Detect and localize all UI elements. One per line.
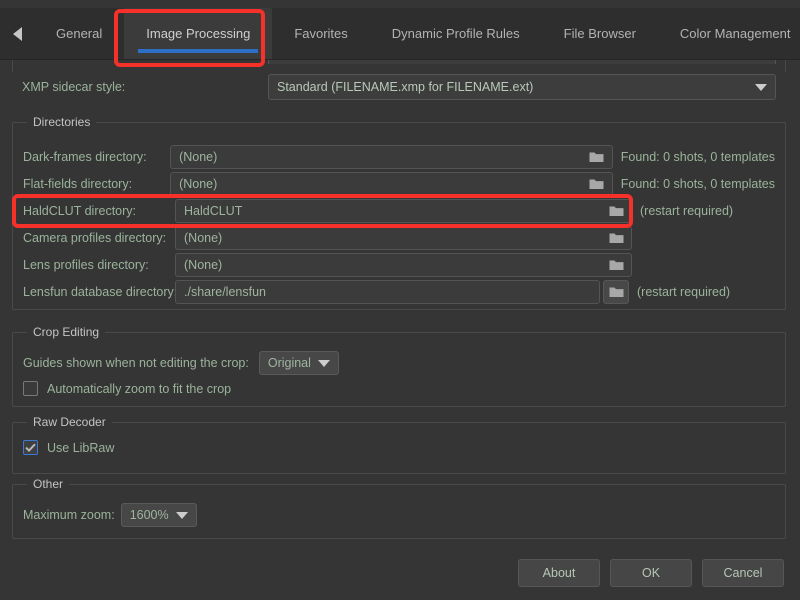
preferences-content: XMP sidecar style: Standard (FILENAME.xm… [0,60,800,546]
camera-profiles-directory-label: Camera profiles directory: [23,231,167,245]
lens-profiles-directory-label: Lens profiles directory: [23,258,149,272]
lens-profiles-directory-entry[interactable]: (None) [175,253,632,277]
lensfun-database-directory-hint: (restart required) [637,285,731,299]
maximum-zoom-row: Maximum zoom: 1600% [23,503,197,527]
xmp-sidecar-combo[interactable]: Standard (FILENAME.xmp for FILENAME.ext) [268,74,776,100]
lensfun-database-directory-entry[interactable]: ./share/lensfun [175,280,600,304]
lensfun-database-directory-value: ./share/lensfun [184,285,266,299]
flat-fields-directory-hint: Found: 0 shots, 0 templates [620,177,775,191]
clipped-combo-top[interactable] [268,60,776,64]
tab-favorites[interactable]: Favorites [272,8,369,59]
crop-guides-combo[interactable]: Original [258,351,339,375]
lensfun-database-directory-label: Lensfun database directory: [23,285,178,299]
tab-label: Image Processing [146,26,251,41]
folder-icon[interactable] [605,201,627,221]
dark-frames-directory-row: Dark-frames directory: (None) Found: 0 s… [23,145,775,169]
crop-guides-value: Original [267,356,311,370]
tab-color-management[interactable]: Color Management [658,8,800,59]
haldclut-directory-entry[interactable]: HaldCLUT [175,199,632,223]
xmp-sidecar-label: XMP sidecar style: [22,80,126,94]
triangle-left-icon [12,26,22,41]
tab-label: Favorites [294,26,348,41]
flat-fields-directory-row: Flat-fields directory: (None) Found: 0 s… [23,172,775,196]
tab-label: Dynamic Profile Rules [391,26,520,41]
crop-editing-legend: Crop Editing [27,325,106,339]
flat-fields-directory-entry[interactable]: (None) [170,172,613,196]
folder-icon[interactable] [605,255,627,275]
tab-general[interactable]: General [34,8,124,59]
folder-icon[interactable] [603,280,629,304]
cancel-button-label: Cancel [723,566,763,580]
directories-group: Directories Dark-frames directory: (None… [12,115,786,310]
crop-guides-label: Guides shown when not editing the crop: [23,356,249,370]
tab-scroll-left-button[interactable] [0,8,34,59]
tab-label: General [56,26,103,41]
other-group: Other Maximum zoom: 1600% [12,477,786,539]
camera-profiles-directory-row: Camera profiles directory: (None) [23,226,775,250]
preferences-dialog: General Image Processing Favorites Dynam… [0,0,800,600]
preferences-tabbar: General Image Processing Favorites Dynam… [0,8,800,60]
crop-editing-group: Crop Editing Guides shown when not editi… [12,325,786,407]
auto-zoom-crop-checkbox[interactable] [23,381,38,396]
about-button[interactable]: About [518,559,600,587]
tab-dynamic-profile-rules[interactable]: Dynamic Profile Rules [370,8,542,59]
lens-profiles-directory-row: Lens profiles directory: (None) [23,253,775,277]
flat-fields-directory-label: Flat-fields directory: [23,177,133,191]
maximum-zoom-value: 1600% [129,508,169,522]
ok-button[interactable]: OK [610,559,692,587]
directories-legend: Directories [27,115,97,129]
xmp-sidecar-row: XMP sidecar style: Standard (FILENAME.xm… [22,74,778,100]
chevron-down-icon [317,359,330,367]
chevron-down-icon [175,511,188,519]
ok-button-label: OK [641,566,661,580]
folder-icon[interactable] [586,174,608,194]
camera-profiles-directory-value: (None) [184,231,223,245]
haldclut-directory-value: HaldCLUT [184,204,243,218]
lensfun-database-directory-row: Lensfun database directory: ./share/lens… [23,280,775,304]
cancel-button[interactable]: Cancel [702,559,784,587]
haldclut-directory-label: HaldCLUT directory: [23,204,137,218]
xmp-sidecar-value: Standard (FILENAME.xmp for FILENAME.ext) [277,80,534,94]
dark-frames-directory-value: (None) [179,150,218,164]
haldclut-directory-hint: (restart required) [640,204,734,218]
dark-frames-directory-hint: Found: 0 shots, 0 templates [620,150,775,164]
use-libraw-checkbox-row[interactable]: Use LibRaw [23,440,114,455]
auto-zoom-crop-label: Automatically zoom to fit the crop [47,381,232,396]
other-legend: Other [27,477,70,491]
dark-frames-directory-entry[interactable]: (None) [170,145,613,169]
folder-icon[interactable] [586,147,608,167]
dialog-footer: About OK Cancel [0,546,800,600]
tab-label: File Browser [563,26,636,41]
dark-frames-directory-label: Dark-frames directory: [23,150,147,164]
tab-list: General Image Processing Favorites Dynam… [34,8,800,59]
tab-label: Color Management [679,26,791,41]
chevron-down-icon [755,84,767,91]
crop-guides-row: Guides shown when not editing the crop: … [23,351,339,375]
maximum-zoom-label: Maximum zoom: [23,508,115,522]
raw-decoder-legend: Raw Decoder [27,415,112,429]
flat-fields-directory-value: (None) [179,177,218,191]
haldclut-directory-row: HaldCLUT directory: HaldCLUT (restart re… [23,199,775,223]
folder-icon[interactable] [605,228,627,248]
tab-file-browser[interactable]: File Browser [542,8,658,59]
maximum-zoom-combo[interactable]: 1600% [120,503,197,527]
use-libraw-label: Use LibRaw [47,440,115,455]
raw-decoder-group: Raw Decoder Use LibRaw [12,415,786,474]
use-libraw-checkbox[interactable] [23,440,38,455]
about-button-label: About [542,566,576,580]
camera-profiles-directory-entry[interactable]: (None) [175,226,632,250]
auto-zoom-crop-checkbox-row[interactable]: Automatically zoom to fit the crop [23,381,231,396]
tab-image-processing[interactable]: Image Processing [124,8,273,59]
lens-profiles-directory-value: (None) [184,258,223,272]
